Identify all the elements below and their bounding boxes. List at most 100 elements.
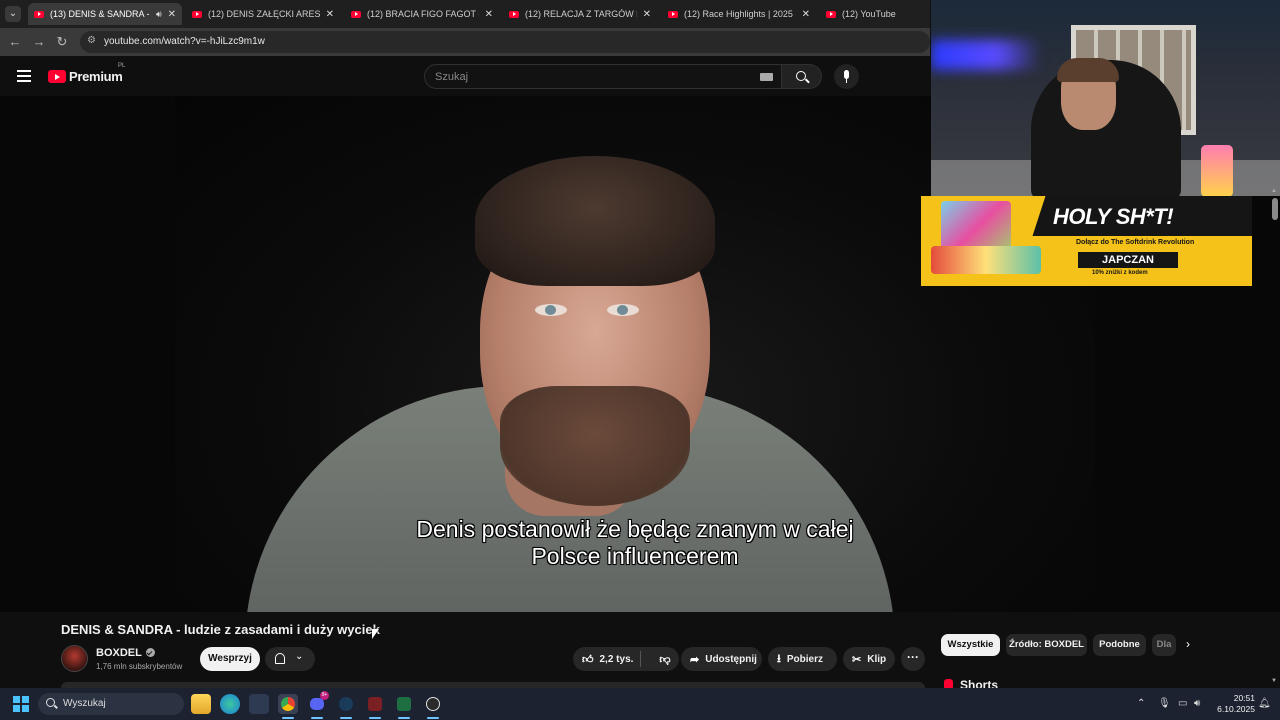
search-button[interactable] bbox=[782, 64, 822, 89]
scroll-down-arrow-icon[interactable]: ▼ bbox=[1271, 678, 1277, 684]
edge-browser-icon[interactable] bbox=[220, 694, 240, 714]
address-bar: ← → ↻ ⚙ youtube.com/watch?v=-hJiLzc9m1w bbox=[0, 28, 930, 56]
webcam-drink-can bbox=[1201, 145, 1233, 196]
video-person-hair bbox=[475, 156, 715, 286]
windows-taskbar: Wyszukaj 9+ ⌃ 🎙︎ ▭ 🔊︎ 20:51 6.10.2025 🔔︎ bbox=[0, 688, 1280, 720]
microsoft-store-icon[interactable] bbox=[249, 694, 269, 714]
search-icon bbox=[46, 698, 55, 707]
youtube-favicon-icon bbox=[668, 10, 678, 18]
discord-logo bbox=[310, 698, 324, 710]
close-tab-icon[interactable]: ✕ bbox=[643, 9, 651, 20]
obs-logo bbox=[426, 697, 440, 711]
tab-race-highlights[interactable]: (12) Race Highlights | 2025 Sing ✕ bbox=[662, 3, 816, 25]
game-app-icon[interactable] bbox=[365, 694, 385, 719]
video-person-eye-right bbox=[607, 304, 639, 316]
notification-bell-icon[interactable]: 🔔︎ bbox=[1258, 698, 1271, 709]
chrome-logo bbox=[281, 697, 295, 711]
volume-tray-icon[interactable]: 🔊︎ bbox=[1194, 698, 1200, 709]
tab-denis-zalecki[interactable]: (12) DENIS ZAŁĘCKI ARESZTOW ✕ bbox=[186, 3, 340, 25]
close-tab-icon[interactable]: ✕ bbox=[802, 9, 810, 20]
windows-start-icon[interactable] bbox=[13, 696, 29, 712]
bell-icon bbox=[275, 653, 285, 664]
tab-relacja-targow[interactable]: (12) RELACJA Z TARGÓW FIWE ✕ bbox=[503, 3, 657, 25]
youtube-favicon-icon bbox=[34, 10, 44, 18]
scissors-icon: ✂ bbox=[852, 653, 862, 666]
share-label: Udostępnij bbox=[705, 653, 757, 665]
obs-icon[interactable] bbox=[423, 694, 443, 719]
steam-logo bbox=[339, 697, 353, 711]
clock-date: 6.10.2025 bbox=[1217, 704, 1255, 714]
chip-for-you[interactable]: Dla bbox=[1152, 634, 1176, 656]
hamburger-menu-icon[interactable] bbox=[17, 70, 31, 82]
game-app-logo bbox=[368, 697, 382, 711]
download-button[interactable]: ⭳ Pobierz bbox=[768, 647, 837, 671]
file-explorer-icon[interactable] bbox=[191, 694, 211, 714]
ad-product-cans bbox=[931, 246, 1041, 274]
url-field[interactable]: ⚙ youtube.com/watch?v=-hJiLzc9m1w bbox=[80, 31, 930, 53]
subscription-bell-button[interactable]: ⌄ bbox=[265, 647, 315, 671]
network-tray-icon[interactable]: ▭ bbox=[1178, 698, 1187, 709]
subtitle-line-2: Polsce influencerem bbox=[531, 543, 739, 569]
download-icon: ⭳ bbox=[777, 652, 781, 665]
thumbs-down-icon[interactable]: 👎︎ bbox=[659, 653, 670, 666]
tray-overflow-chevron-icon[interactable]: ⌃ bbox=[1137, 698, 1145, 709]
close-tab-icon[interactable]: ✕ bbox=[168, 9, 176, 20]
ad-tagline: Dołącz do The Softdrink Revolution bbox=[1076, 239, 1195, 246]
discord-icon[interactable]: 9+ bbox=[307, 691, 329, 719]
share-icon: ➦ bbox=[690, 653, 700, 666]
search-input[interactable]: Szukaj bbox=[424, 64, 782, 89]
channel-avatar[interactable] bbox=[61, 645, 88, 672]
tab-search-chevron-icon[interactable]: ⌄ bbox=[5, 6, 21, 22]
video-subtitles: Denis postanowił że będąc znanym w całej… bbox=[365, 516, 905, 570]
reload-icon[interactable]: ↻ bbox=[54, 34, 70, 50]
webcam-person-headphones bbox=[1057, 58, 1119, 82]
more-actions-icon[interactable]: ··· bbox=[901, 647, 925, 671]
scroll-up-arrow-icon[interactable]: ▲ bbox=[1271, 188, 1277, 194]
chevron-right-icon[interactable]: › bbox=[1186, 637, 1190, 651]
keyboard-icon[interactable] bbox=[760, 73, 773, 81]
tab-bracia-figo[interactable]: (12) BRACIA FIGO FAGOT - SIW ✕ bbox=[345, 3, 499, 25]
discord-notification-badge: 9+ bbox=[320, 691, 329, 700]
thumbs-up-icon[interactable]: 👍︎ bbox=[582, 653, 594, 666]
mouse-cursor-icon bbox=[372, 629, 379, 639]
chrome-icon[interactable] bbox=[278, 694, 298, 719]
close-tab-icon[interactable]: ✕ bbox=[326, 9, 334, 20]
chip-related[interactable]: Podobne bbox=[1093, 634, 1146, 656]
tab-denis-sandra[interactable]: (13) DENIS & SANDRA - lud 🔊︎ ✕ bbox=[28, 3, 182, 25]
forward-icon[interactable]: → bbox=[31, 34, 47, 50]
site-info-icon[interactable]: ⚙ bbox=[87, 35, 96, 46]
microphone-tray-icon[interactable]: 🎙︎ bbox=[1158, 698, 1171, 709]
taskbar-search-box[interactable]: Wyszukaj bbox=[38, 693, 184, 715]
share-button[interactable]: ➦ Udostępnij bbox=[681, 647, 762, 671]
chevron-down-icon: ⌄ bbox=[295, 651, 304, 662]
system-clock[interactable]: 20:51 6.10.2025 bbox=[1213, 693, 1255, 715]
voice-search-mic-icon[interactable] bbox=[834, 64, 859, 89]
like-divider bbox=[640, 651, 641, 667]
steam-icon[interactable] bbox=[336, 694, 356, 719]
like-count[interactable]: 2,2 tys. bbox=[600, 654, 634, 665]
support-button[interactable]: Wesprzyj bbox=[200, 647, 260, 671]
streamer-webcam-overlay bbox=[931, 0, 1280, 196]
browser-tab-strip: ⌄ (13) DENIS & SANDRA - lud 🔊︎ ✕ (12) DE… bbox=[0, 0, 930, 28]
chip-source-channel[interactable]: Źródło: BOXDEL bbox=[1006, 634, 1087, 656]
channel-name[interactable]: BOXDEL bbox=[96, 647, 155, 659]
chip-all[interactable]: Wszystkie bbox=[941, 634, 1000, 656]
page-scrollbar[interactable] bbox=[1272, 198, 1278, 220]
youtube-favicon-icon bbox=[192, 10, 202, 18]
subtitle-line-1: Denis postanowił że będąc znanym w całej bbox=[416, 516, 854, 542]
ad-discount-text: 10% zniżki z kodem bbox=[1092, 270, 1148, 276]
clip-button[interactable]: ✂ Klip bbox=[843, 647, 895, 671]
excel-icon[interactable] bbox=[394, 694, 414, 719]
youtube-favicon-icon bbox=[826, 10, 836, 18]
verified-badge-icon bbox=[145, 648, 155, 657]
ad-headline: HOLY SH*T! bbox=[1053, 204, 1174, 229]
close-tab-icon[interactable]: ✕ bbox=[485, 9, 493, 20]
url-text: youtube.com/watch?v=-hJiLzc9m1w bbox=[104, 36, 265, 47]
clock-time: 20:51 bbox=[1233, 693, 1255, 703]
tab-youtube[interactable]: (12) YouTube bbox=[820, 3, 930, 25]
video-person-eye-left bbox=[535, 304, 567, 316]
webcam-led-light bbox=[931, 40, 1041, 70]
back-icon[interactable]: ← bbox=[7, 34, 23, 50]
youtube-premium-logo[interactable]: Premium PL bbox=[48, 63, 125, 84]
speaker-icon[interactable]: 🔊︎ bbox=[156, 9, 162, 20]
